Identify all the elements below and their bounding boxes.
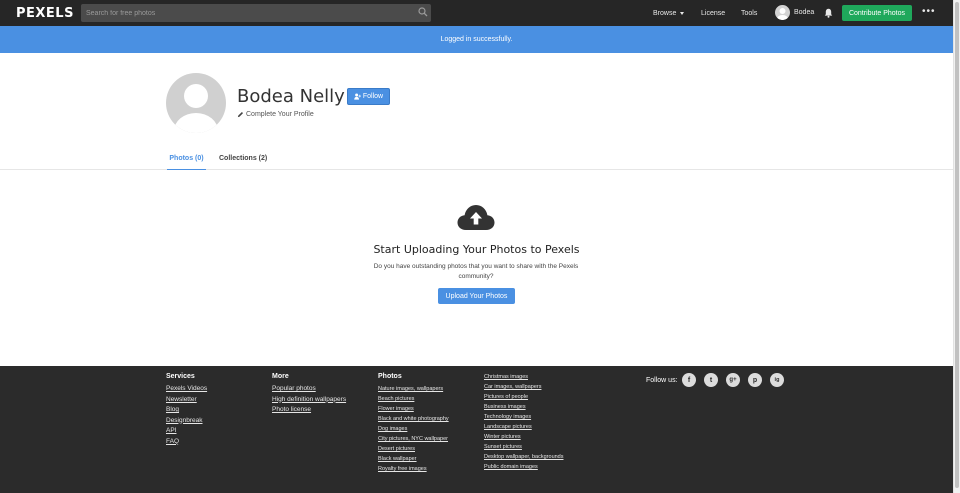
footer-photos: Photos Nature images, wallpapers Beach p… (378, 373, 449, 474)
search-input[interactable] (81, 4, 431, 22)
footer-link[interactable]: Public domain images (484, 462, 564, 472)
footer-link[interactable]: Landscape pictures (484, 422, 564, 432)
profile-tabs: Photos (0) Collections (2) (0, 150, 953, 170)
complete-profile-label: Complete Your Profile (246, 111, 314, 118)
follow-label: Follow (362, 93, 384, 100)
upload-photos-button[interactable]: Upload Your Photos (438, 288, 515, 304)
footer-link[interactable]: Popular photos (272, 384, 346, 395)
more-options-icon[interactable]: ••• (922, 7, 936, 17)
chevron-down-icon (680, 11, 685, 15)
profile-name: Bodea Nelly (237, 86, 345, 107)
page: PEXELS Browse License Tools Bodea Contri… (0, 0, 953, 493)
user-avatar (775, 5, 790, 20)
footer-link[interactable]: High definition wallpapers (272, 395, 346, 406)
footer-link[interactable]: Nature images, wallpapers (378, 384, 449, 394)
search-icon[interactable] (418, 7, 428, 17)
footer-link[interactable]: Black wallpaper (378, 454, 449, 464)
footer-link[interactable]: Sunset pictures (484, 442, 564, 452)
empty-state-title: Start Uploading Your Photos to Pexels (373, 243, 580, 256)
tab-collections[interactable]: Collections (2) (219, 155, 267, 170)
footer-link[interactable]: Photo license (272, 405, 346, 416)
bell-icon[interactable] (824, 8, 833, 18)
footer-link[interactable]: Designbreak (166, 416, 207, 427)
footer-link[interactable]: Beach pictures (378, 394, 449, 404)
browse-menu[interactable]: Browse (653, 0, 685, 26)
facebook-icon[interactable]: f (682, 373, 696, 387)
footer-link[interactable]: Pexels Videos (166, 384, 207, 395)
footer-heading: More (272, 373, 289, 380)
footer-link[interactable]: Christmas images (484, 372, 564, 382)
footer-link[interactable]: Newsletter (166, 395, 207, 406)
follow-button[interactable]: Follow (347, 88, 390, 105)
footer-photos-more: Christmas images Car images, wallpapers … (484, 372, 564, 472)
empty-state-description: Do you have outstanding photos that you … (373, 263, 579, 280)
footer-link[interactable]: Car images, wallpapers (484, 382, 564, 392)
default-avatar-icon (174, 84, 218, 133)
follow-us-label: Follow us: (646, 377, 678, 384)
add-user-icon (354, 93, 361, 100)
scrollbar-thumb[interactable] (955, 2, 959, 488)
contribute-photos-button[interactable]: Contribute Photos (842, 5, 912, 21)
footer-link[interactable]: Blog (166, 405, 207, 416)
banner-message: Logged in successfully. (440, 36, 513, 43)
footer-link[interactable]: Black and white photography (378, 414, 449, 424)
footer-link[interactable]: Business images (484, 402, 564, 412)
footer-link[interactable]: Flower images (378, 404, 449, 414)
footer-link[interactable]: API (166, 426, 207, 437)
profile-avatar (166, 73, 226, 133)
browse-label: Browse (653, 9, 677, 17)
pexels-logo[interactable]: PEXELS (16, 6, 74, 21)
footer-link[interactable]: Desktop wallpaper, backgrounds (484, 452, 564, 462)
footer-services: Services Pexels Videos Newsletter Blog D… (166, 373, 207, 447)
footer-link[interactable]: Royalty free images (378, 464, 449, 474)
footer-link[interactable]: FAQ (166, 437, 207, 448)
complete-profile-link[interactable]: Complete Your Profile (237, 111, 314, 118)
license-link[interactable]: License (701, 0, 725, 26)
footer-link[interactable]: Pictures of people (484, 392, 564, 402)
user-avatar-icon (777, 8, 788, 20)
instagram-icon[interactable]: ig (770, 373, 784, 387)
footer-heading: Services (166, 373, 195, 380)
footer-more: More Popular photos High definition wall… (272, 373, 346, 416)
google-plus-icon[interactable]: g+ (726, 373, 740, 387)
tools-link[interactable]: Tools (741, 0, 757, 26)
tab-photos[interactable]: Photos (0) (167, 155, 206, 170)
footer-link[interactable]: Winter pictures (484, 432, 564, 442)
login-success-banner: Logged in successfully. (0, 26, 953, 53)
cloud-upload-icon (457, 205, 495, 230)
footer-link[interactable]: Desert pictures (378, 444, 449, 454)
footer-link[interactable]: City pictures, NYC wallpaper (378, 434, 449, 444)
pinterest-icon[interactable]: p (748, 373, 762, 387)
user-menu[interactable]: Bodea (775, 5, 814, 20)
page-scrollbar[interactable] (953, 0, 960, 493)
footer: Services Pexels Videos Newsletter Blog D… (0, 366, 953, 493)
footer-link[interactable]: Dog images (378, 424, 449, 434)
top-navigation-bar: PEXELS Browse License Tools Bodea Contri… (0, 0, 953, 26)
twitter-icon[interactable]: t (704, 373, 718, 387)
pencil-icon (237, 111, 244, 118)
footer-heading: Photos (378, 373, 402, 380)
username: Bodea (794, 9, 815, 16)
footer-link[interactable]: Technology images (484, 412, 564, 422)
